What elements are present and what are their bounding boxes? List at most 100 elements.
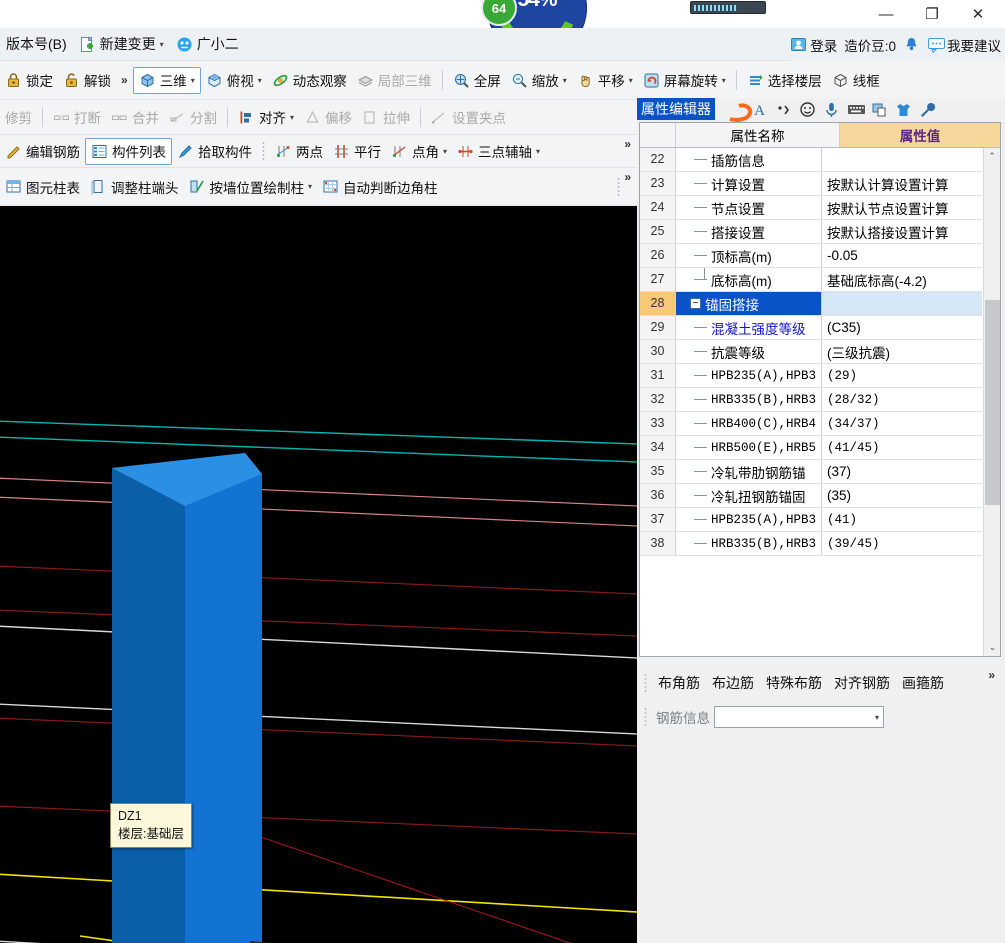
property-value-cell[interactable]: (41): [822, 508, 982, 531]
scrollbar-thumb[interactable]: [985, 300, 1000, 505]
property-row[interactable]: 38 HRB335(B),HRB3 (39/45): [640, 532, 982, 556]
chevron-down-icon[interactable]: ▾: [443, 147, 447, 156]
property-row[interactable]: 34 HRB500(E),HRB5 (41/45): [640, 436, 982, 460]
property-row[interactable]: 33 HRB400(C),HRB4 (34/37): [640, 412, 982, 436]
property-value-cell[interactable]: (三级抗震): [822, 340, 982, 363]
pinyin-mode-icon[interactable]: [775, 101, 792, 118]
property-value-cell[interactable]: (29): [822, 364, 982, 387]
property-value-cell[interactable]: 基础底标高(-4.2): [822, 268, 982, 291]
adjust-column-end-button[interactable]: 调整柱端头: [85, 173, 184, 200]
property-row[interactable]: 25 搭接设置 按默认搭接设置计算: [640, 220, 982, 244]
unlock-button[interactable]: 解锁: [58, 67, 116, 94]
parallel-button[interactable]: 平行: [328, 138, 386, 165]
property-value-cell[interactable]: (41/45): [822, 436, 982, 459]
collapse-toggle-icon[interactable]: −: [690, 298, 701, 309]
menu-version[interactable]: 版本号(B): [0, 31, 73, 58]
close-button[interactable]: ✕: [955, 0, 1001, 28]
merge-button[interactable]: 合并: [106, 104, 164, 131]
component-list-button[interactable]: 构件列表: [85, 137, 172, 165]
property-value-cell[interactable]: 按默认节点设置计算: [822, 196, 982, 219]
chevron-down-icon[interactable]: ▾: [563, 76, 567, 85]
side-rebar-button[interactable]: 布边筋: [706, 671, 760, 695]
view-top-button[interactable]: 俯视 ▾: [201, 67, 267, 94]
chevron-down-icon[interactable]: ▾: [258, 76, 262, 85]
pan-button[interactable]: 平移 ▾: [572, 67, 638, 94]
stretch-button[interactable]: 拉伸: [357, 104, 415, 131]
column-toolbar-overflow-icon[interactable]: »: [624, 170, 631, 184]
property-value-cell[interactable]: [822, 148, 982, 171]
property-table-scrollbar[interactable]: ⌃ ⌄: [983, 148, 1000, 656]
property-value-cell[interactable]: (28/32): [822, 388, 982, 411]
rebar-info-combo[interactable]: ▾: [714, 706, 884, 728]
property-value-cell[interactable]: 按默认搭接设置计算: [822, 220, 982, 243]
toolbox-icon[interactable]: [919, 101, 936, 118]
orbit-button[interactable]: 动态观察: [267, 67, 352, 94]
property-table-body[interactable]: 22 插筋信息 23 计算设置 按默认计算设置计算 24 节点设置 按默认节点设置计算 25 搭接…: [640, 148, 982, 656]
keyboard-icon[interactable]: [847, 101, 865, 118]
zoom-button[interactable]: 缩放 ▾: [506, 67, 572, 94]
property-row[interactable]: 28− 锚固搭接: [640, 292, 982, 316]
property-row[interactable]: 30 抗震等级 (三级抗震): [640, 340, 982, 364]
point-angle-button[interactable]: 点角 ▾: [386, 138, 452, 165]
select-floor-button[interactable]: 选择楼层: [742, 67, 827, 94]
trim-button[interactable]: 修剪: [0, 104, 37, 131]
chevron-down-icon[interactable]: ▾: [290, 113, 294, 122]
property-value-cell[interactable]: [822, 292, 982, 315]
property-row[interactable]: 29 混凝土强度等级 (C35): [640, 316, 982, 340]
draw-stirrup-button[interactable]: 画箍筋: [896, 671, 950, 695]
sogou-logo-icon[interactable]: [727, 101, 753, 122]
mic-icon[interactable]: [823, 101, 840, 118]
property-value-cell[interactable]: (37): [822, 460, 982, 483]
partial-3d-button[interactable]: 局部三维: [352, 67, 437, 94]
chevron-down-icon[interactable]: ▾: [191, 76, 195, 85]
element-column-table-button[interactable]: 图元柱表: [0, 173, 85, 200]
three-d-viewport[interactable]: DZ1 楼层:基础层: [0, 206, 637, 943]
property-value-cell[interactable]: (C35): [822, 316, 982, 339]
edit-rebar-button[interactable]: 编辑钢筋: [0, 138, 85, 165]
scroll-up-icon[interactable]: ⌃: [984, 148, 1000, 165]
pick-component-button[interactable]: 拾取构件: [172, 138, 257, 165]
break-button[interactable]: 打断: [48, 104, 106, 131]
special-rebar-button[interactable]: 特殊布筋: [760, 671, 828, 695]
property-row[interactable]: 22 插筋信息: [640, 148, 982, 172]
chevron-down-icon[interactable]: ▾: [308, 182, 312, 191]
rebar-toolbar-overflow-icon[interactable]: »: [988, 668, 995, 682]
property-row[interactable]: 24 节点设置 按默认节点设置计算: [640, 196, 982, 220]
feedback-button[interactable]: 我要建议: [927, 35, 1001, 55]
set-grip-button[interactable]: 设置夹点: [426, 104, 511, 131]
bell-icon[interactable]: [903, 36, 920, 53]
skin-icon[interactable]: [895, 101, 912, 118]
property-value-cell[interactable]: (39/45): [822, 532, 982, 555]
property-row[interactable]: 32 HRB335(B),HRB3 (28/32): [640, 388, 982, 412]
auto-corner-column-button[interactable]: 自动判断边角柱: [317, 173, 443, 200]
split-button[interactable]: 分割: [164, 104, 222, 131]
chevron-down-icon[interactable]: ▾: [536, 147, 540, 156]
view-3d-button[interactable]: 三维 ▾: [132, 66, 201, 94]
scroll-down-icon[interactable]: ⌄: [984, 639, 1000, 656]
property-row[interactable]: 27 底标高(m) 基础底标高(-4.2): [640, 268, 982, 292]
view-toolbar-overflow-icon[interactable]: »: [116, 73, 133, 87]
chevron-down-icon[interactable]: ▾: [875, 713, 879, 722]
chevron-down-icon[interactable]: ▾: [722, 76, 726, 85]
three-point-axis-button[interactable]: 三点辅轴 ▾: [452, 138, 545, 165]
property-row[interactable]: 23 计算设置 按默认计算设置计算: [640, 172, 982, 196]
offset-button[interactable]: 偏移: [299, 104, 357, 131]
component-toolbar-overflow-icon[interactable]: »: [624, 137, 631, 151]
property-row[interactable]: 35 冷轧带肋钢筋锚 (37): [640, 460, 982, 484]
property-value-cell[interactable]: (35): [822, 484, 982, 507]
smiley-icon[interactable]: [799, 101, 816, 118]
property-row[interactable]: 37 HPB235(A),HPB3 (41): [640, 508, 982, 532]
draw-column-by-wall-button[interactable]: 按墙位置绘制柱 ▾: [184, 173, 318, 200]
minimize-button[interactable]: —: [863, 0, 909, 28]
corner-rebar-button[interactable]: 布角筋: [652, 671, 706, 695]
wireframe-button[interactable]: 线框: [827, 67, 885, 94]
clipboard-icon[interactable]: [871, 101, 888, 118]
menu-user[interactable]: 广小二: [170, 31, 245, 58]
property-row[interactable]: 31 HPB235(A),HPB3 (29): [640, 364, 982, 388]
property-value-cell[interactable]: (34/37): [822, 412, 982, 435]
lock-button[interactable]: 锁定: [0, 67, 58, 94]
property-row[interactable]: 26 顶标高(m) -0.05: [640, 244, 982, 268]
chevron-down-icon[interactable]: ▾: [629, 76, 633, 85]
align-button[interactable]: 对齐 ▾: [233, 104, 299, 131]
font-size-icon[interactable]: A: [751, 101, 768, 118]
